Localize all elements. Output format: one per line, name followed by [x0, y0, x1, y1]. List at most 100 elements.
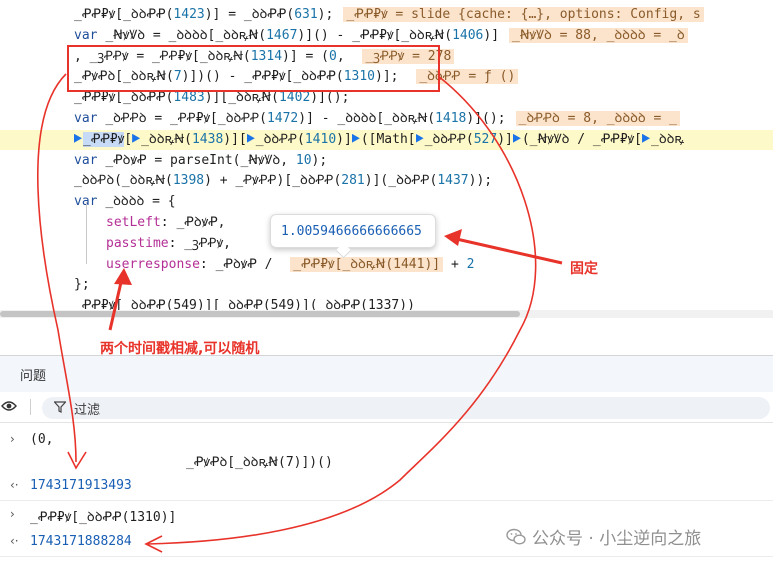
code-line[interactable]: var _ꝺꝒꝒꝺ = _ꝒꝒ₽ꝟ[_ꝺꝺꝒꝒ(1472)] - _ꝺꝺꝺꝺ[_… — [74, 109, 681, 129]
filter-input[interactable] — [42, 397, 770, 419]
breakpoint-marker-icon[interactable] — [642, 133, 651, 143]
console-result: 1743171888284 — [30, 534, 132, 549]
code-token: var — [74, 111, 106, 126]
code-token: )] - _ꝺꝺꝺꝺ[_ꝺꝺꝶꞤ( — [298, 111, 436, 126]
code-token: )][_ꝺꝺꝶꞤ( — [204, 90, 279, 106]
code-token: )] — [483, 27, 500, 43]
code-token: userresponse — [106, 256, 200, 272]
horizontal-scrollbar[interactable] — [0, 310, 773, 318]
breakpoint-marker-icon[interactable] — [415, 133, 424, 143]
code-line[interactable]: _ꝒꝒ₽ꝟ[_ꝺꝺꝒꝒ(549)][_ꝺꝺꝒꝒ(549)](_ꝺꝺꝒꝒ(1337… — [74, 296, 415, 310]
arrow-curve-left-head — [67, 451, 87, 470]
code-token: _ꝒꝟꝒꝺ[_ꝺꝺꝶꞤ( — [74, 69, 174, 85]
code-token: _ꝺꝺꝒꝒ( — [255, 131, 305, 147]
code-token: var — [74, 27, 106, 43]
code-token: _ꝒꝒ₽ꝟ[_ꝺꝺꝒꝒ(549)][_ꝺꝺꝒꝒ(549)](_ꝺꝺꝒꝒ(1337… — [74, 298, 415, 310]
inline-value: _ꝺꝺꝒꝒ = ƒ () — [416, 69, 519, 85]
code-token: _ꝒꝒ₽ꝟ[_ꝺꝺꝒꝒ( — [74, 90, 174, 106]
watermark: 公众号 · 小尘逆向之旅 — [506, 524, 701, 549]
code-token: 7 — [173, 69, 182, 85]
scrollbar-thumb[interactable] — [0, 311, 520, 317]
breakpoint-marker-icon[interactable] — [74, 133, 82, 143]
watermark-text: 公众号 · 小尘逆向之旅 — [532, 529, 702, 549]
code-token: _ꞤꝟꝞꝺ = _ꝺꝺꝺꝺ[_ꝺꝺꝶꞤ( — [105, 27, 267, 43]
code-token: ) + _ꝒꝟꝒꝒ)[_ꝺꝺꝒꝒ( — [204, 173, 342, 189]
code-line[interactable]: _ꝺꝺꝒꝺ(_ꝺꝺꝶꞤ(1398) + _ꝒꝟꝒꝒ)[_ꝺꝺꝒꝒ(281)](_… — [74, 171, 492, 191]
indent-guide — [86, 202, 87, 264]
code-token: )] = _ꝺꝺꝒꝒ( — [204, 7, 295, 22]
code-token: 527 — [473, 131, 498, 147]
code-token: )] — [497, 131, 513, 147]
code-token: )])() - _ꝒꝒ₽ꝟ[_ꝺꝺꝒꝒ( — [181, 69, 344, 85]
tooltip-value: 1.0059466666666665 — [281, 223, 422, 239]
code-token: _ꝺꝺꝶ — [651, 131, 685, 147]
code-token: 1402 — [278, 90, 311, 106]
code-token: 1418 — [435, 111, 467, 126]
code-line[interactable]: _ꝒꝒ₽ꝟ[_ꝺꝺꝒꝒ(1483)][_ꝺꝺꝶꞤ(1402)](); — [74, 88, 349, 108]
code-line[interactable]: passtime: _ꝫꝒꝒꝟ, — [74, 234, 231, 254]
code-line[interactable]: }; — [74, 275, 90, 295]
current-line[interactable]: _ꝒꝒ₽ꝟ[_ꝺꝺꝶꞤ(1438)][_ꝺꝺꝒꝒ(1410)] ([Math[_ꝺ… — [0, 129, 773, 150]
code-token: 1410 — [304, 131, 337, 147]
code-token: 631 — [294, 7, 318, 22]
breakpoint-marker-icon[interactable] — [351, 133, 360, 143]
code-token: 1398 — [172, 173, 205, 189]
code-token: )] = ( — [282, 48, 329, 64]
inline-value: _ꝫꝒꝒꝟ = 278 — [362, 48, 455, 64]
annotation-fixed: 固定 — [570, 261, 598, 277]
breakpoint-marker-icon[interactable] — [512, 133, 521, 143]
code-line[interactable]: _ꝒꝟꝒꝺ[_ꝺꝺꝶꞤ(7)])() - _ꝒꝒ₽ꝟ[_ꝺꝺꝒꝒ(1310)];… — [74, 67, 519, 87]
code-line[interactable]: userresponse: _ꝒꝺꝟꝒ / _ꝒꝒ₽ꝟ[_ꝺꝺꝶꞤ(1441)]… — [74, 255, 474, 275]
code-token: )); — [468, 173, 493, 189]
code-token: )]() - _ꝒꝒ₽ꝟ[_ꝺꝺꝶꞤ( — [297, 27, 453, 43]
code-token: : _ꝫꝒꝒꝟ, — [168, 235, 231, 251]
inline-value: _ꝺꝒꝒꝺ = 8, _ꝺꝺꝺꝺ = _ — [515, 111, 681, 126]
code-line[interactable]: var _ꝺꝺꝺꝺ = { — [74, 192, 176, 212]
console-result: 1743171913493 — [30, 478, 132, 493]
code-line[interactable]: , _ꝫꝒꝒꝟ = _ꝒꝒ₽ꝟ[_ꝺꝺꝶꞤ(1314)] = (0, _ꝫꝒꝒꝟ… — [74, 47, 455, 67]
code-token: 281 — [341, 173, 365, 189]
code-token: _ꝒꝺꝟꝒ = parseInt(_ꞤꝟꝞꝺ, — [105, 152, 296, 168]
funnel-icon — [54, 401, 66, 413]
source-code-editor[interactable]: _ꝒꝒ₽ꝟ[_ꝺꝺꝒꝒ(1423)] = _ꝺꝺꝒꝒ(631); _ꝒꝒ₽ꝟ = … — [0, 0, 773, 310]
code-token: _ꝺꝺꝺꝺ = { — [105, 194, 176, 210]
tab-issues[interactable]: 问题 — [20, 365, 46, 384]
code-token: 10 — [295, 152, 312, 168]
return-arrow-icon: ‹· — [10, 534, 19, 548]
code-token: )](); — [310, 90, 350, 106]
code-token: )](_ꝺꝺꝒꝒ( — [364, 173, 438, 189]
console-expression: _ꝒꝟꝒꝺ[_ꝺꝺꝶꞤ(7)])() — [186, 455, 333, 470]
code-token: _ꝺꝺꝒꝒ( — [424, 131, 474, 147]
code-token: _ꝺꝺꝶꞤ( — [141, 131, 192, 147]
code-token: + — [443, 256, 467, 272]
annotation-subtract: 两个时间戳相减,可以随机 — [100, 341, 260, 357]
breakpoint-marker-icon[interactable] — [246, 133, 255, 143]
code-token: setLeft — [106, 215, 161, 230]
code-token: 1437 — [437, 173, 469, 189]
code-token: 1467 — [266, 27, 298, 43]
code-token: )](); — [466, 111, 506, 126]
inline-value: _ꝒꝒ₽ꝟ = slide {cache: {…}, options: Conf… — [343, 7, 704, 22]
code-token: 2 — [466, 256, 475, 272]
code-line[interactable]: var _ꝒꝺꝟꝒ = parseInt(_ꞤꝟꝞꝺ, 10); — [74, 151, 327, 171]
chevron-right-icon: › — [10, 507, 15, 521]
code-line[interactable]: setLeft: _ꝒꝺꝟꝒ, — [74, 213, 226, 233]
hover-value-tooltip: 1.0059466666666665 — [270, 214, 436, 248]
breakpoint-marker-icon[interactable] — [132, 133, 141, 143]
filter-placeholder: 过滤 — [74, 403, 101, 418]
code-token: )][ — [223, 131, 247, 147]
eye-icon[interactable] — [1, 400, 17, 412]
code-token: , _ꝫꝒꝒꝟ = _ꝒꝒ₽ꝟ[_ꝺꝺꝶꞤ( — [74, 48, 251, 64]
code-token: : _ꝒꝺꝟꝒ / — [199, 256, 281, 272]
console-divider — [0, 556, 773, 557]
console-expression: _ꝒꝒ₽ꝟ[_ꝺꝺꝒꝒ(1310)] — [30, 510, 177, 525]
code-line[interactable]: var _ꞤꝟꝞꝺ = _ꝺꝺꝺꝺ[_ꝺꝺꝶꞤ(1467)]() - _ꝒꝒ₽ꝟ… — [74, 26, 688, 46]
code-token: (_ꞤꝟꝞꝺ / _ꝒꝒ₽ꝟ[ — [521, 131, 643, 147]
code-line[interactable]: _ꝒꝒ₽ꝟ[_ꝺꝺꝒꝒ(1423)] = _ꝺꝺꝒꝒ(631); _ꝒꝒ₽ꝟ = … — [74, 5, 704, 25]
code-token: }; — [74, 277, 90, 293]
code-token: _ꝺꝒꝒꝺ = _ꝒꝒ₽ꝟ[_ꝺꝺꝒꝒ( — [105, 111, 267, 126]
inline-value: _ꝒꝒ₽ꝟ[_ꝺꝺꝶꞤ(1441)] — [290, 256, 444, 272]
code-token: 1472 — [266, 111, 299, 126]
code-token: 1483 — [173, 90, 205, 106]
chevron-right-icon: › — [10, 432, 15, 446]
